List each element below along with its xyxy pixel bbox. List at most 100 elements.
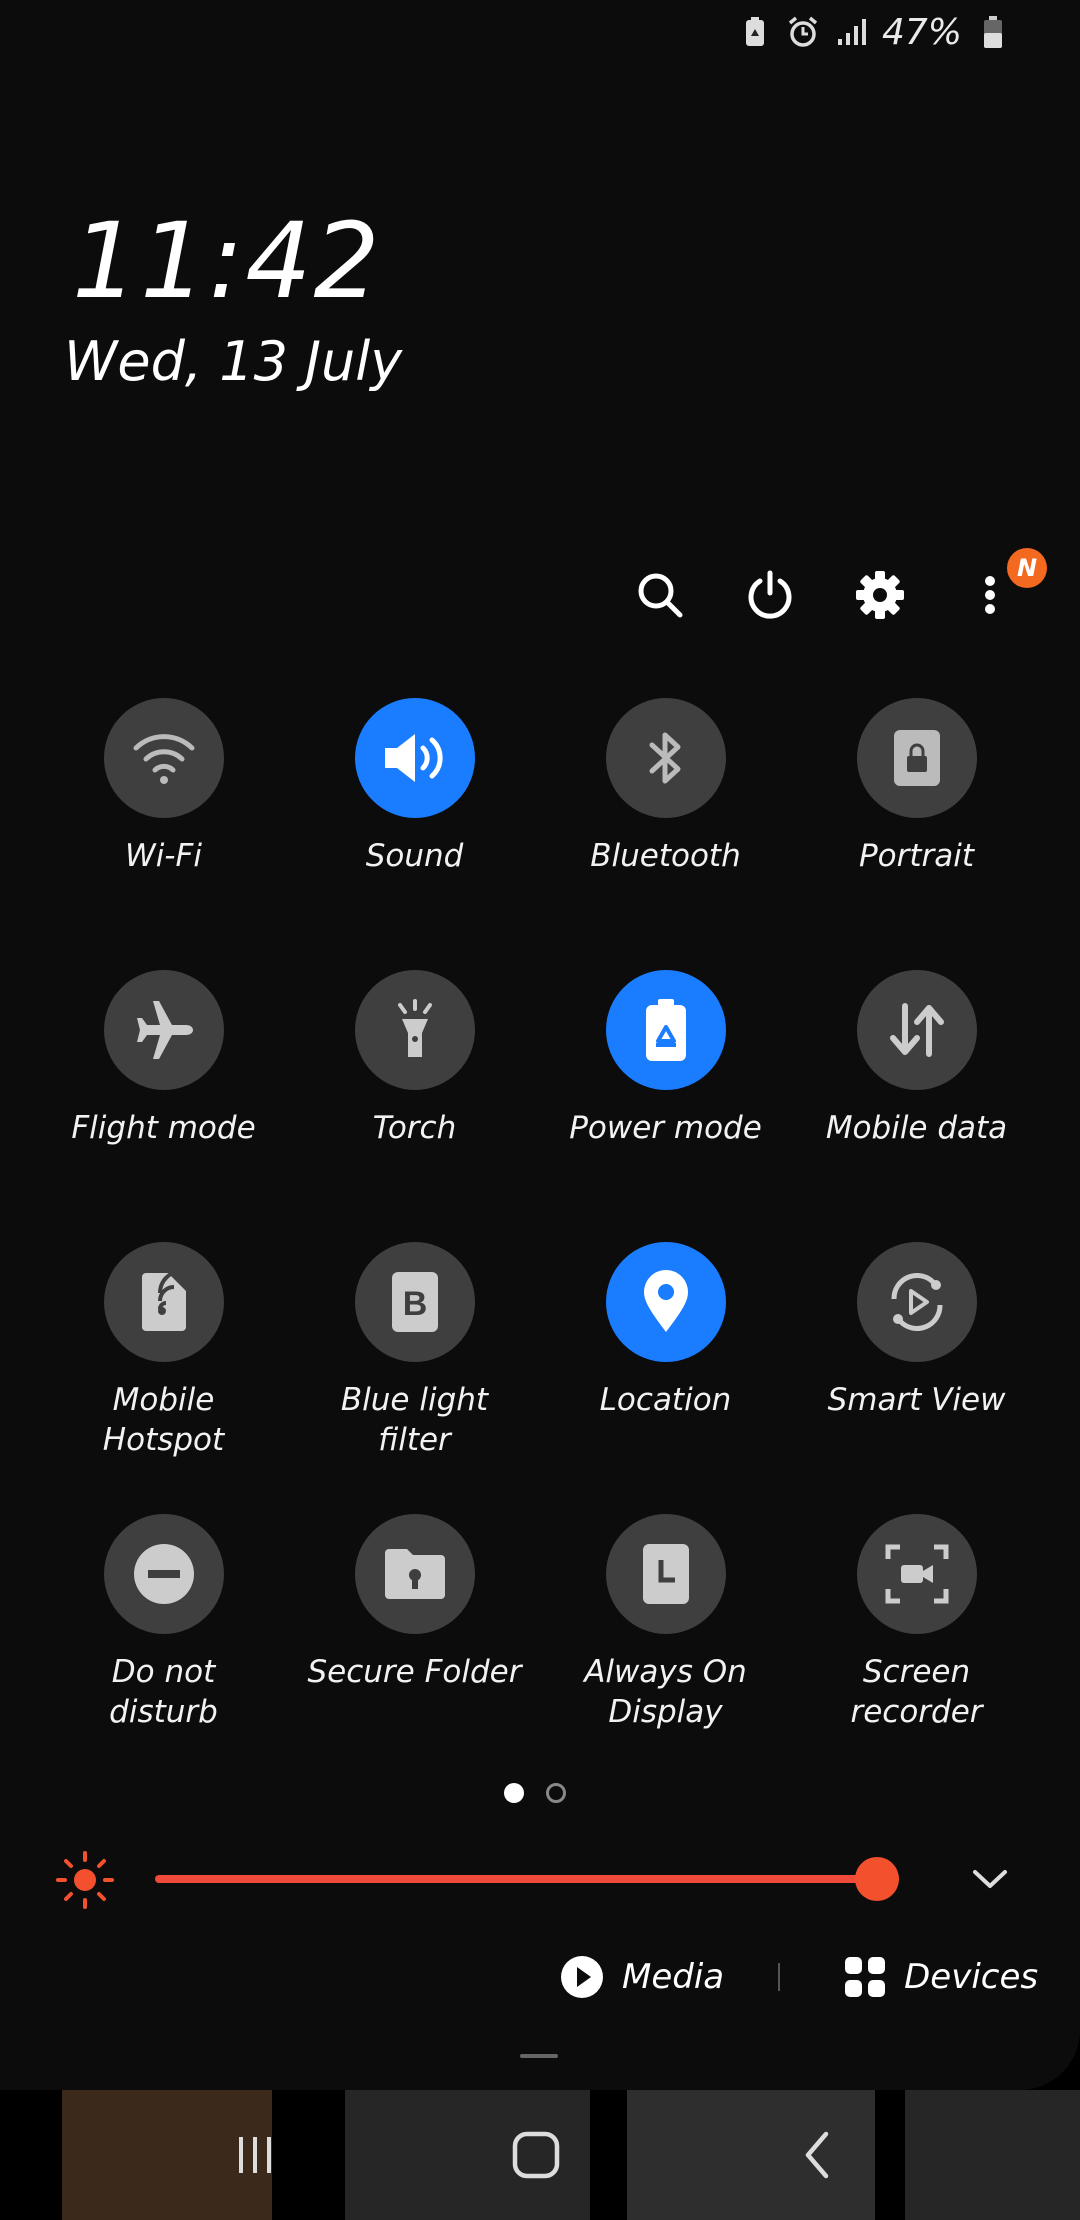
tile-do-not-disturb[interactable]: Do not disturb (38, 1514, 289, 1786)
tile-sound[interactable]: Sound (289, 698, 540, 970)
tile-wifi-button[interactable] (103, 698, 224, 818)
tile-label: Sound (365, 838, 464, 874)
quick-settings-toolbar: N (625, 548, 1047, 630)
do-not-disturb-icon (133, 1544, 194, 1604)
page-dot-1[interactable] (504, 1783, 524, 1803)
battery-icon (976, 15, 1010, 49)
media-button[interactable]: Media (560, 1955, 724, 1999)
devices-grid-icon (845, 1957, 886, 1997)
tile-smart-view[interactable]: Smart View (791, 1242, 1042, 1514)
recent-apps-icon (239, 2137, 271, 2173)
tile-label: Flight mode (71, 1110, 256, 1146)
hotspot-icon (141, 1271, 186, 1331)
tile-blue-light-filter-button[interactable]: B (354, 1242, 475, 1362)
panel-drag-handle[interactable] (520, 2054, 558, 2058)
portrait-lock-icon (893, 730, 940, 786)
brightness-control (55, 1848, 1015, 1909)
power-button[interactable] (735, 560, 805, 630)
tile-screen-recorder-button[interactable] (856, 1514, 977, 1634)
tile-secure-folder-button[interactable] (354, 1514, 475, 1634)
tile-always-on-display-button[interactable] (605, 1514, 726, 1634)
tile-wifi[interactable]: Wi-Fi (38, 698, 289, 970)
navigation-bar (0, 2125, 1080, 2195)
tile-label: Location (599, 1382, 732, 1418)
alarm-icon (786, 15, 820, 49)
tile-mobile-hotspot-button[interactable] (103, 1242, 224, 1362)
tile-secure-folder[interactable]: Secure Folder (289, 1514, 540, 1786)
tile-sound-button[interactable] (354, 698, 475, 818)
devices-button[interactable]: Devices (844, 1956, 1038, 1998)
tile-portrait[interactable]: Portrait (791, 698, 1042, 970)
smart-view-icon (890, 1273, 943, 1331)
tile-screen-recorder[interactable]: Screen recorder (791, 1514, 1042, 1786)
back-button[interactable] (788, 2125, 848, 2185)
tile-label: Mobile data (825, 1110, 1008, 1146)
sound-icon (384, 734, 443, 782)
chevron-down-icon[interactable] (965, 1858, 1015, 1898)
tile-do-not-disturb-button[interactable] (103, 1514, 224, 1634)
tile-label: Always On Display (584, 1654, 747, 1730)
recent-apps-button[interactable] (225, 2125, 285, 2185)
power-saving-icon (738, 15, 772, 49)
always-on-display-icon (642, 1544, 689, 1604)
tile-mobile-data[interactable]: Mobile data (791, 970, 1042, 1242)
battery-percent: 47% (881, 11, 962, 53)
brightness-sun-icon (56, 1851, 114, 1909)
tile-smart-view-button[interactable] (856, 1242, 977, 1362)
tile-bluetooth[interactable]: Bluetooth (540, 698, 791, 970)
status-bar: 47% (738, 11, 1010, 53)
tile-portrait-button[interactable] (856, 698, 977, 818)
tile-label: Smart View (827, 1382, 1006, 1418)
tile-power-mode-button[interactable] (605, 970, 726, 1090)
more-options-icon (985, 576, 995, 614)
tile-blue-light-filter[interactable]: B Blue light filter (289, 1242, 540, 1514)
clock-time[interactable]: 11:42 (72, 200, 382, 322)
tile-label: Wi-Fi (125, 838, 202, 874)
torch-icon (397, 999, 432, 1057)
tile-label: Secure Folder (307, 1654, 522, 1690)
home-button[interactable] (506, 2125, 566, 2185)
notification-badge: N (1007, 548, 1047, 588)
tile-label: Do not disturb (109, 1654, 218, 1730)
settings-icon (856, 571, 904, 619)
search-button[interactable] (625, 560, 695, 630)
settings-button[interactable] (845, 560, 915, 630)
tile-mobile-data-button[interactable] (856, 970, 977, 1090)
svg-text:B: B (402, 1285, 427, 1323)
brightness-slider[interactable] (155, 1857, 899, 1901)
tile-label: Screen recorder (850, 1654, 983, 1730)
tile-flight-mode[interactable]: Flight mode (38, 970, 289, 1242)
tile-label: Mobile Hotspot (102, 1382, 225, 1458)
play-icon (561, 1956, 603, 1998)
more-options-button[interactable]: N (955, 548, 1047, 630)
quick-settings-tiles: Wi-Fi Sound Bluetooth Portrait Flight mo… (38, 698, 1042, 1786)
blue-light-filter-icon: B (391, 1272, 438, 1332)
media-devices-bar: Media Devices (560, 1955, 1038, 1999)
tile-label: Torch (372, 1110, 457, 1146)
devices-label: Devices (904, 1957, 1039, 1997)
bluetooth-icon (649, 732, 680, 784)
tile-torch[interactable]: Torch (289, 970, 540, 1242)
tile-label: Blue light filter (340, 1382, 489, 1458)
back-icon (805, 2131, 829, 2179)
tile-bluetooth-button[interactable] (605, 698, 726, 818)
tile-torch-button[interactable] (354, 970, 475, 1090)
brightness-slider-thumb[interactable] (854, 1857, 899, 1901)
tile-flight-mode-button[interactable] (103, 970, 224, 1090)
page-indicator (504, 1783, 566, 1803)
clock-date[interactable]: Wed, 13 July (64, 330, 402, 393)
page-dot-2[interactable] (546, 1783, 566, 1803)
tile-power-mode[interactable]: Power mode (540, 970, 791, 1242)
airplane-icon (136, 1001, 193, 1059)
tile-mobile-hotspot[interactable]: Mobile Hotspot (38, 1242, 289, 1514)
signal-icon (834, 15, 868, 49)
tile-always-on-display[interactable]: Always On Display (540, 1514, 791, 1786)
media-label: Media (622, 1957, 725, 1997)
tile-location[interactable]: Location (540, 1242, 791, 1514)
wifi-icon (133, 734, 194, 784)
tile-location-button[interactable] (605, 1242, 726, 1362)
secure-folder-icon (384, 1549, 445, 1599)
power-icon (748, 570, 792, 619)
tile-label: Bluetooth (590, 838, 741, 874)
home-icon (512, 2131, 560, 2179)
